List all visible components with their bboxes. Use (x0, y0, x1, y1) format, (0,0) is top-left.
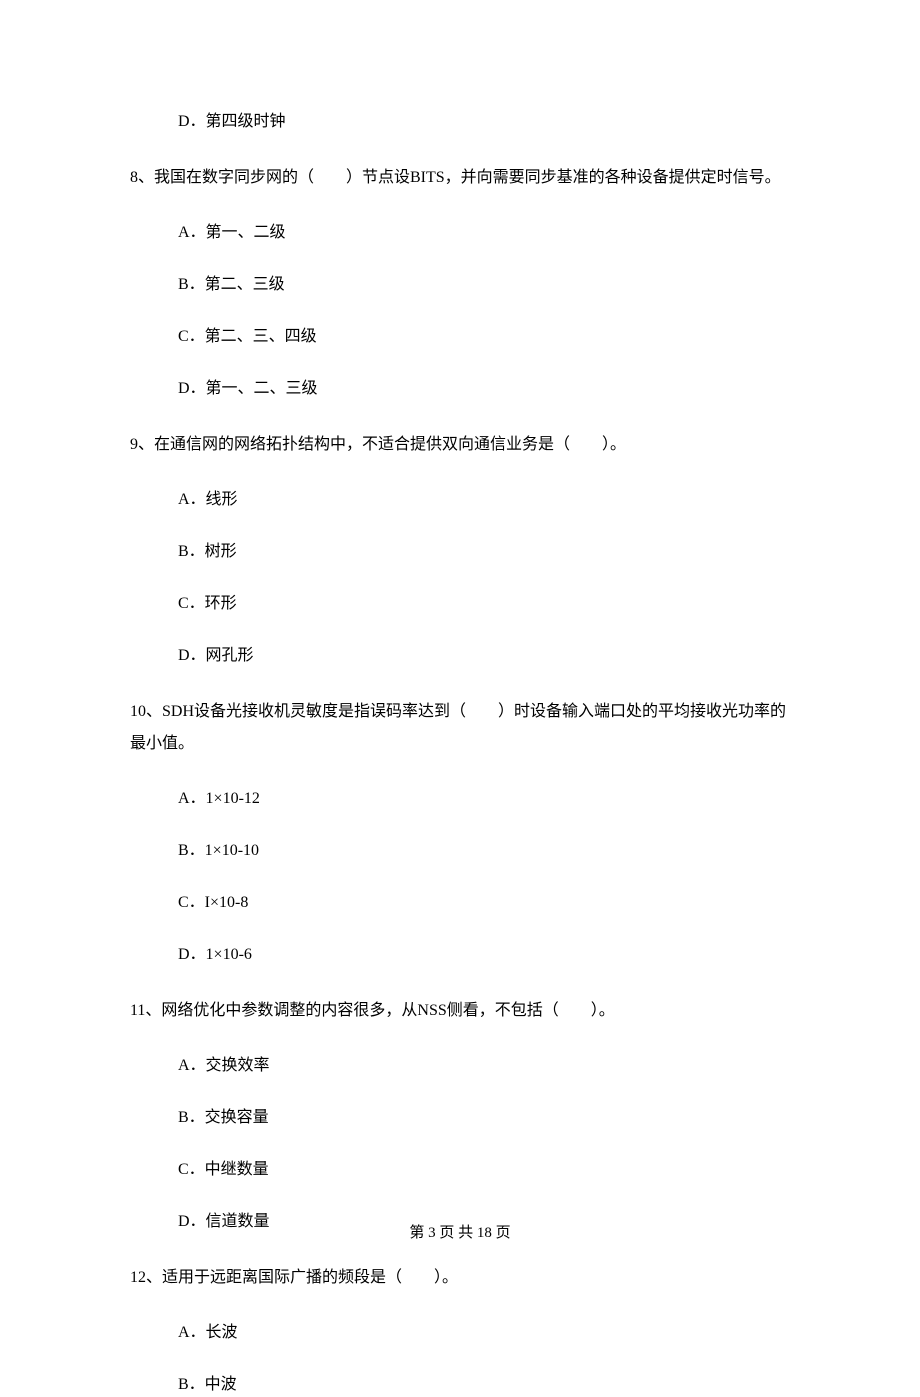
page-number: 第 3 页 共 18 页 (409, 1225, 510, 1241)
page-footer: 第 3 页 共 18 页 (0, 1221, 920, 1242)
q11-option-a: A．交换效率 (130, 1054, 790, 1078)
q8-option-a: A．第一、二级 (130, 221, 790, 245)
option-text: B．树形 (178, 543, 237, 560)
option-text: C．第二、三、四级 (178, 328, 317, 345)
option-text: D．网孔形 (178, 647, 254, 664)
q11-text: 11、网络优化中参数调整的内容很多，从NSS侧看，不包括（ ）。 (130, 995, 790, 1026)
q7-option-d: D．第四级时钟 (130, 110, 790, 134)
option-text: C．环形 (178, 595, 237, 612)
option-text: B．第二、三级 (178, 276, 285, 293)
q11-option-b: B．交换容量 (130, 1106, 790, 1130)
option-text: B．中波 (178, 1376, 237, 1393)
question-content: 9、在通信网的网络拓扑结构中，不适合提供双向通信业务是（ ）。 (130, 436, 626, 453)
option-text: D．第四级时钟 (178, 113, 286, 130)
option-text: C．中继数量 (178, 1161, 269, 1178)
q9-text: 9、在通信网的网络拓扑结构中，不适合提供双向通信业务是（ ）。 (130, 429, 790, 460)
q10-option-b: B．1×10-10 (130, 839, 790, 863)
q10-option-c: C．I×10-8 (130, 891, 790, 915)
q9-option-b: B．树形 (130, 540, 790, 564)
q10-option-d: D．1×10-6 (130, 943, 790, 967)
question-content: 10、SDH设备光接收机灵敏度是指误码率达到（ ）时设备输入端口处的平均接收光功… (130, 703, 786, 751)
option-text: C．I×10-8 (178, 894, 248, 911)
option-text: A．长波 (178, 1324, 238, 1341)
option-text: D．第一、二、三级 (178, 380, 318, 397)
q10-text: 10、SDH设备光接收机灵敏度是指误码率达到（ ）时设备输入端口处的平均接收光功… (130, 696, 790, 758)
q8-option-d: D．第一、二、三级 (130, 377, 790, 401)
q11-option-c: C．中继数量 (130, 1158, 790, 1182)
question-content: 11、网络优化中参数调整的内容很多，从NSS侧看，不包括（ ）。 (130, 1002, 615, 1019)
option-text: A．线形 (178, 491, 238, 508)
q12-text: 12、适用于远距离国际广播的频段是（ ）。 (130, 1262, 790, 1293)
option-text: B．1×10-10 (178, 842, 259, 859)
option-text: A．交换效率 (178, 1057, 270, 1074)
option-text: B．交换容量 (178, 1109, 269, 1126)
q8-text: 8、我国在数字同步网的（ ）节点设BITS，并向需要同步基准的各种设备提供定时信… (130, 162, 790, 193)
option-text: A．第一、二级 (178, 224, 286, 241)
question-content: 12、适用于远距离国际广播的频段是（ ）。 (130, 1269, 458, 1286)
q9-option-d: D．网孔形 (130, 644, 790, 668)
question-content: 8、我国在数字同步网的（ ）节点设BITS，并向需要同步基准的各种设备提供定时信… (130, 169, 781, 186)
q12-option-a: A．长波 (130, 1321, 790, 1345)
q8-option-c: C．第二、三、四级 (130, 325, 790, 349)
q10-option-a: A．1×10-12 (130, 787, 790, 811)
page-content: D．第四级时钟 8、我国在数字同步网的（ ）节点设BITS，并向需要同步基准的各… (0, 0, 920, 1397)
q8-option-b: B．第二、三级 (130, 273, 790, 297)
q9-option-c: C．环形 (130, 592, 790, 616)
option-text: A．1×10-12 (178, 790, 260, 807)
q12-option-b: B．中波 (130, 1373, 790, 1397)
q9-option-a: A．线形 (130, 488, 790, 512)
option-text: D．1×10-6 (178, 946, 252, 963)
